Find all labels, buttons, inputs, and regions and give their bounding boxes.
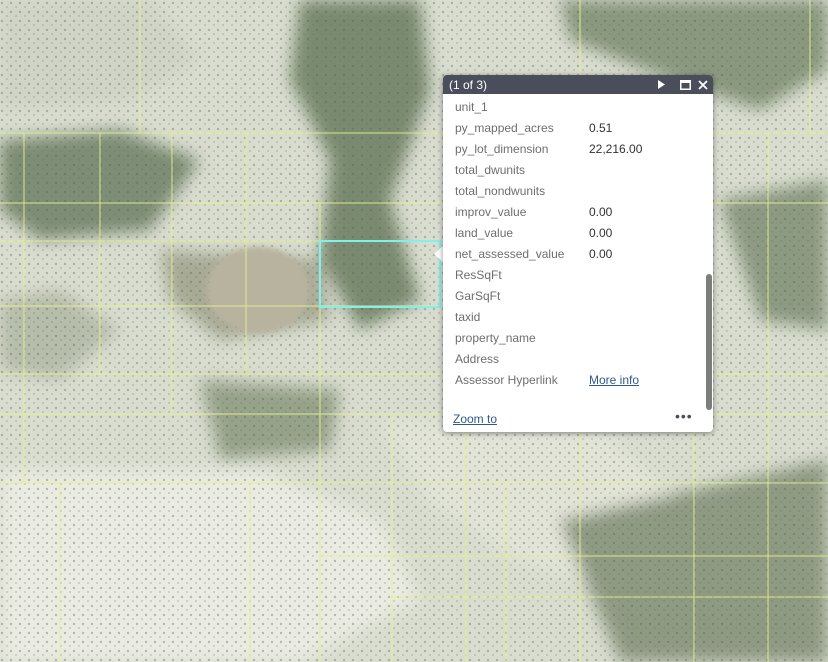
attribute-key: property_name: [455, 331, 536, 345]
dry-pond: [206, 247, 310, 333]
attribute-value: 0.00: [589, 247, 613, 261]
attribute-key: total_dwunits: [455, 163, 526, 177]
attribute-row: improv_value 0.00: [443, 201, 705, 222]
attribute-key: Address: [455, 352, 500, 366]
zoom-to-link[interactable]: Zoom to: [453, 412, 497, 426]
attribute-key: unit_1: [455, 100, 488, 114]
maximize-button[interactable]: [676, 75, 694, 94]
more-actions-button[interactable]: •••: [675, 408, 693, 424]
attribute-value: 0.51: [589, 121, 613, 135]
attribute-row: total_nondwunits: [443, 180, 705, 201]
close-icon: [698, 79, 708, 90]
popup-header: (1 of 3): [443, 75, 713, 94]
attribute-key: Assessor Hyperlink: [455, 373, 558, 387]
attribute-key: taxid: [455, 310, 481, 324]
popup-title: (1 of 3): [449, 78, 488, 92]
feature-popup: (1 of 3) unit_1 py_mapped_acres 0.51 py_l…: [443, 75, 713, 432]
attribute-row: Assessor Hyperlink More info: [443, 369, 705, 389]
attribute-key: ResSqFt: [455, 268, 502, 282]
close-button[interactable]: [694, 75, 712, 94]
popup-footer: Zoom to •••: [443, 408, 713, 432]
attribute-key: net_assessed_value: [455, 247, 565, 261]
attribute-row: property_name: [443, 327, 705, 348]
attribute-key: land_value: [455, 226, 514, 240]
attribute-row: taxid: [443, 306, 705, 327]
next-feature-button[interactable]: [652, 75, 670, 94]
attribute-row: Address: [443, 348, 705, 369]
attribute-row: unit_1: [443, 96, 705, 117]
attribute-row: land_value 0.00: [443, 222, 705, 243]
more-info-link[interactable]: More info: [589, 373, 639, 387]
attribute-row: py_mapped_acres 0.51: [443, 117, 705, 138]
attribute-key: improv_value: [455, 205, 527, 219]
attribute-key: py_mapped_acres: [455, 121, 554, 135]
attribute-row: GarSqFt: [443, 285, 705, 306]
attribute-row: total_dwunits: [443, 159, 705, 180]
attribute-row: py_lot_dimension 22,216.00: [443, 138, 705, 159]
attribute-key: total_nondwunits: [455, 184, 546, 198]
window-icon: [679, 79, 691, 90]
attribute-table: unit_1 py_mapped_acres 0.51 py_lot_dimens…: [443, 94, 705, 389]
attribute-value: 22,216.00: [589, 142, 643, 156]
attribute-value: 0.00: [589, 205, 613, 219]
attribute-key: py_lot_dimension: [455, 142, 549, 156]
play-icon: [657, 80, 665, 89]
attribute-key: GarSqFt: [455, 289, 501, 303]
attribute-row: ResSqFt: [443, 264, 705, 285]
scrollbar-thumb[interactable]: [706, 274, 712, 410]
attribute-value: 0.00: [589, 226, 613, 240]
attribute-row: net_assessed_value 0.00: [443, 243, 705, 264]
